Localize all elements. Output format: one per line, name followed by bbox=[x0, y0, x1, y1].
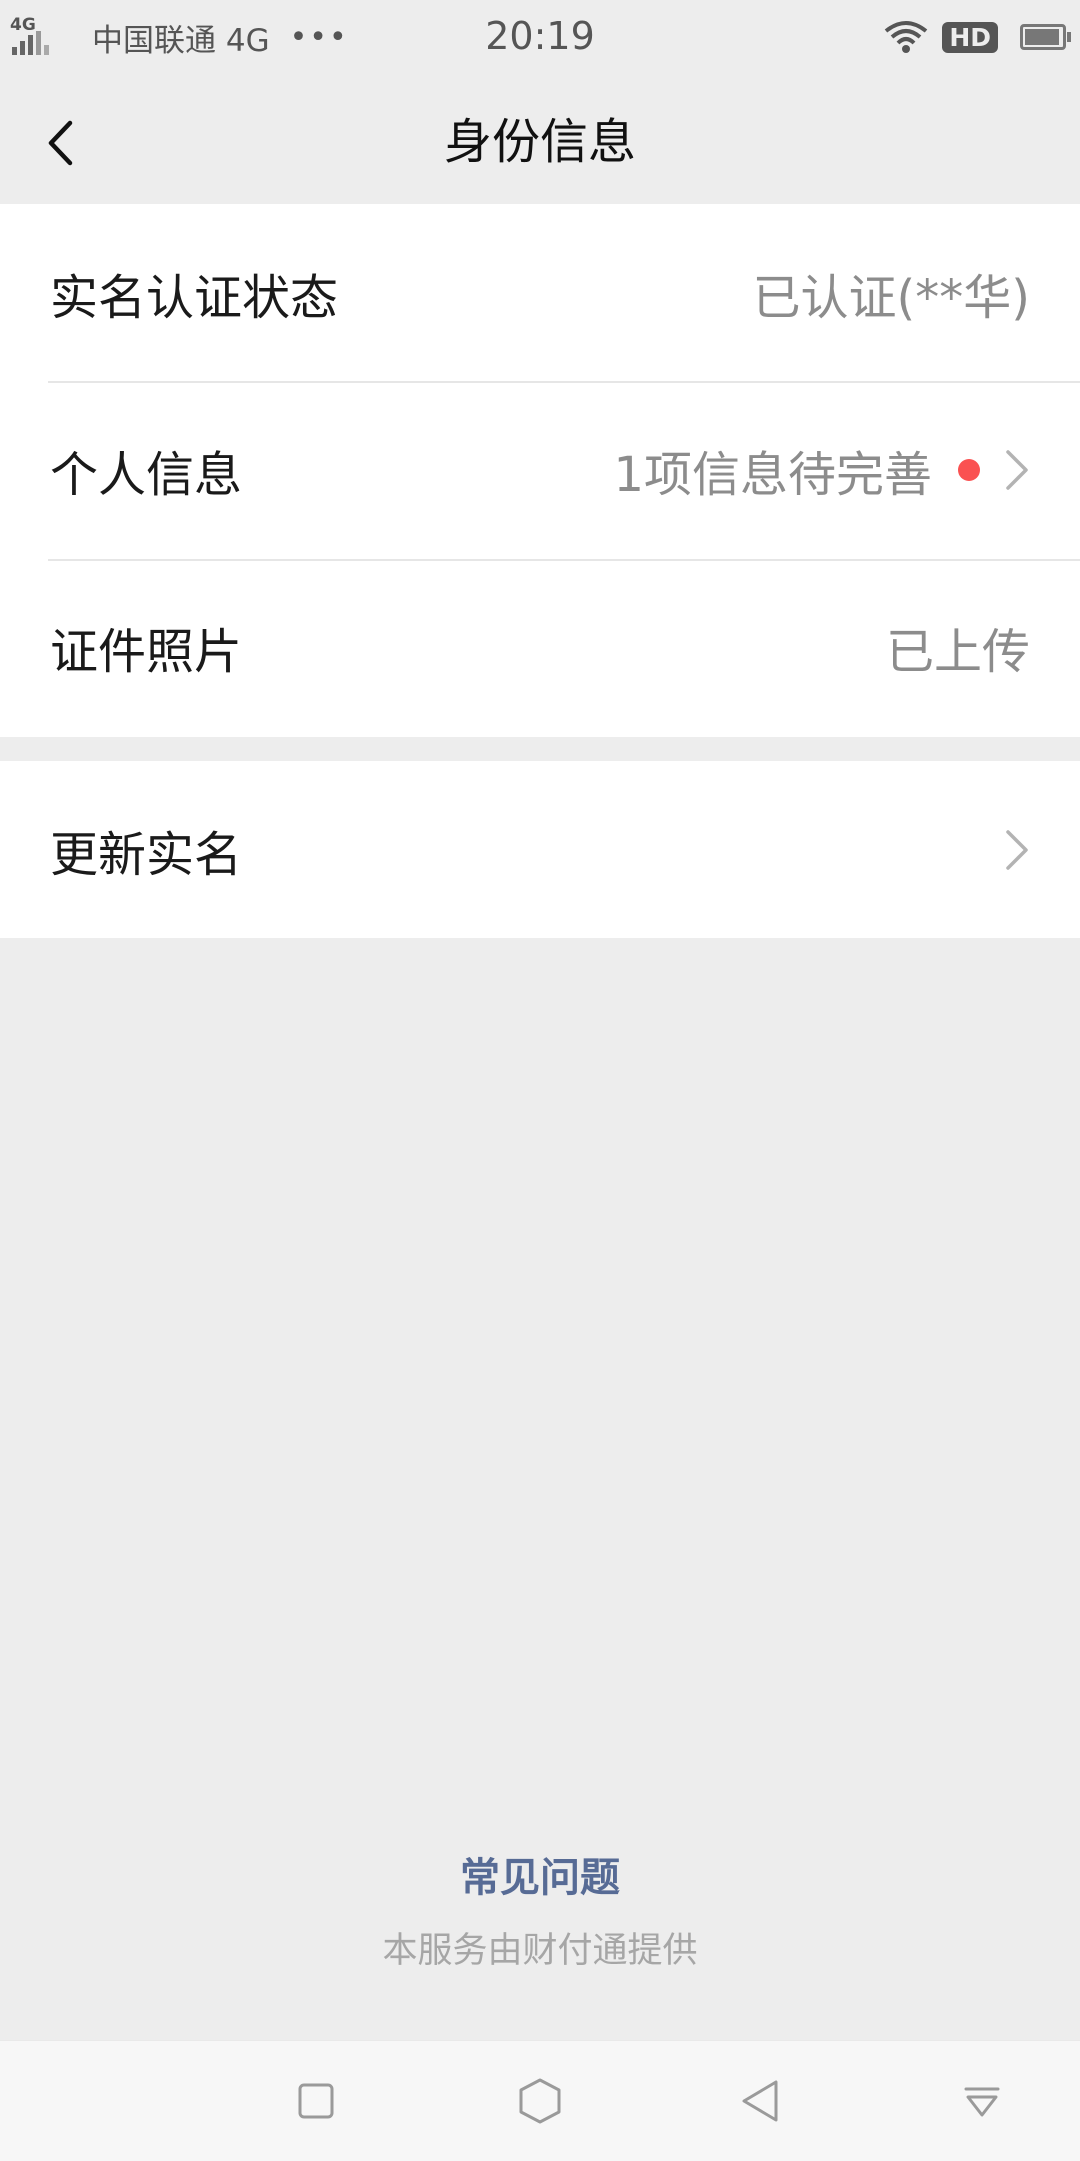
system-nav-bar bbox=[0, 2040, 1080, 2161]
battery-icon bbox=[1020, 24, 1071, 50]
identity-info-group: 实名认证状态 已认证(**华) 个人信息 1项信息待完善 证件照片 已上传 bbox=[0, 204, 1080, 737]
verification-status-value: 已认证(**华) bbox=[752, 269, 1030, 326]
notification-pulldown-button[interactable] bbox=[952, 2071, 1012, 2131]
back-nav-button[interactable] bbox=[730, 2071, 790, 2131]
page-title: 身份信息 bbox=[443, 114, 636, 170]
nav-bar: 身份信息 bbox=[0, 74, 1080, 204]
update-real-name-row[interactable]: 更新实名 bbox=[0, 761, 1080, 938]
alert-dot bbox=[958, 458, 980, 481]
verification-status-row: 实名认证状态 已认证(**华) bbox=[0, 204, 1080, 381]
triangle-back-icon bbox=[742, 2080, 778, 2122]
chevron-right-icon bbox=[1006, 449, 1028, 490]
hexagon-icon bbox=[519, 2078, 561, 2124]
id-photo-value: 已上传 bbox=[885, 623, 1030, 680]
update-real-name-label: 更新实名 bbox=[50, 826, 243, 883]
chevron-right-icon bbox=[1006, 829, 1028, 870]
personal-info-value: 1项信息待完善 bbox=[613, 446, 932, 503]
wifi-icon bbox=[885, 21, 928, 53]
personal-info-label: 个人信息 bbox=[50, 446, 243, 503]
provider-text: 本服务由财付通提供 bbox=[382, 1931, 698, 1971]
hd-badge: HD bbox=[942, 21, 998, 53]
verification-status-label: 实名认证状态 bbox=[50, 269, 339, 326]
status-right: HD bbox=[884, 14, 1071, 60]
status-bar: 4G 中国联通 4G ••• 20:19 HD bbox=[0, 0, 1080, 74]
id-photo-label: 证件照片 bbox=[50, 623, 243, 680]
pulldown-icon bbox=[964, 2087, 1000, 2117]
home-button[interactable] bbox=[510, 2071, 570, 2131]
personal-info-value-group: 1项信息待完善 bbox=[613, 435, 1030, 505]
square-icon bbox=[298, 2083, 334, 2119]
faq-link[interactable]: 常见问题 bbox=[0, 1845, 1080, 1903]
personal-info-row[interactable]: 个人信息 1项信息待完善 bbox=[0, 381, 1080, 558]
id-photo-row: 证件照片 已上传 bbox=[0, 558, 1080, 735]
update-name-group: 更新实名 bbox=[0, 761, 1080, 938]
recent-apps-button[interactable] bbox=[286, 2071, 346, 2131]
